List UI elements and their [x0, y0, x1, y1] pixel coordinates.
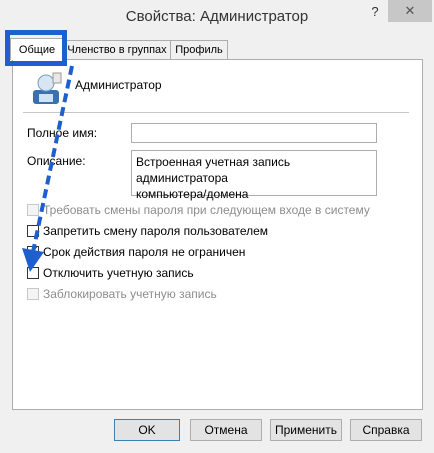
- annotation-arrow-icon: [22, 65, 74, 272]
- tab-highlight-annotation: [5, 30, 67, 66]
